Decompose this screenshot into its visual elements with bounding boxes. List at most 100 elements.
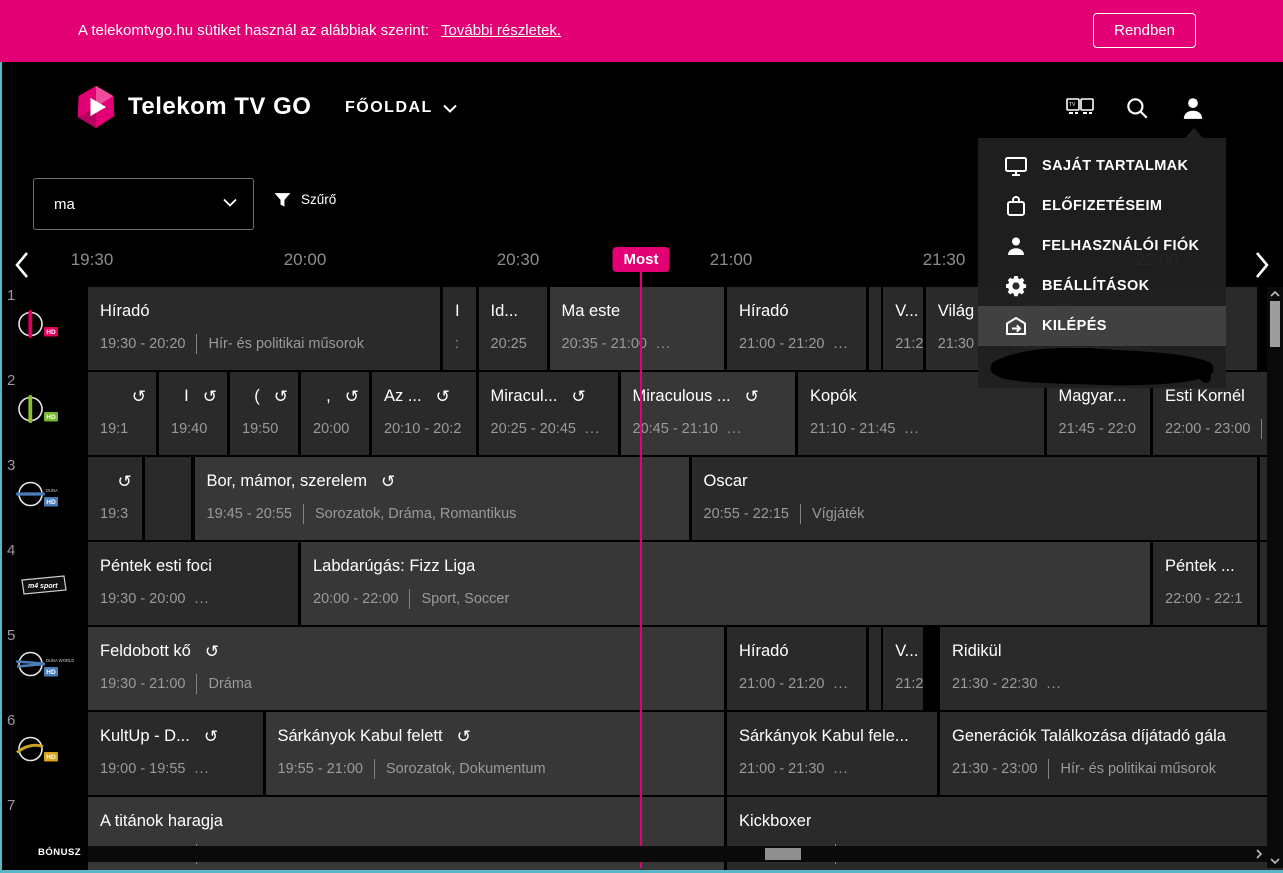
program-block[interactable]: I↺19:40 [159,372,227,455]
vertical-scrollbar[interactable] [1267,287,1283,868]
day-select[interactable]: ma [33,178,254,230]
filter-button[interactable]: Szűrő [273,190,336,209]
program-block[interactable]: KultUp - D...↺19:00 - 19:55... [88,712,263,795]
restart-icon: ↺ [203,388,217,405]
cookie-banner: A telekomtvgo.hu sütiket használ az aláb… [0,0,1283,62]
svg-text:DUNA WORLD: DUNA WORLD [46,658,74,663]
restart-icon: ↺ [457,728,471,745]
program-block[interactable]: ,↺20:00 [301,372,369,455]
program-genre: Hír- és politikai műsorok [196,334,364,354]
account-icon[interactable] [1180,95,1208,121]
program-block[interactable]: Péntek esti foci19:30 - 20:00... [88,542,298,625]
vertical-scroll-thumb[interactable] [1270,301,1280,347]
program-block[interactable]: Oscar20:55 - 22:15Vígjáték [692,457,1257,540]
channel-cell-6[interactable]: 6HD [0,712,88,795]
program-block[interactable]: Feldobott kő↺19:30 - 21:00Dráma [88,627,724,710]
program-genre: Dráma [196,674,252,694]
search-icon[interactable] [1124,95,1152,121]
horizontal-scroll-thumb[interactable] [765,848,801,860]
program-time: 20:55 - 22:15 [704,506,789,522]
program-genre: Sport, Soccer [409,589,509,609]
program-block[interactable]: Labdarúgás: Fizz Liga20:00 - 22:00Sport,… [301,542,1150,625]
program-block[interactable]: Miraculous ...↺20:45 - 21:10... [621,372,796,455]
program-block[interactable] [869,287,881,370]
program-title: Miraculous ... [633,387,731,406]
restart-icon: ↺ [571,388,585,405]
program-block[interactable] [869,627,881,710]
menu-item-label: SAJÁT TARTALMAK [1042,158,1188,174]
program-block[interactable]: Híradó19:30 - 20:20Hír- és politikai műs… [88,287,440,370]
scroll-right-icon[interactable] [1253,848,1265,860]
cookie-details-link[interactable]: További részletek. [441,22,561,39]
program-block[interactable]: Híradó21:00 - 21:20... [727,627,866,710]
restart-icon: ↺ [345,388,359,405]
program-title: Ridikül [952,642,1002,661]
program-block[interactable]: Ridikül21:30 - 22:30... [940,627,1283,710]
restart-icon: ↺ [132,388,146,405]
program-time: 19:1 [100,421,128,437]
program-more-indicator: ... [656,336,671,352]
program-block[interactable]: Ma este20:35 - 21:00... [550,287,725,370]
scroll-down-icon[interactable] [1269,855,1281,867]
program-block[interactable]: Bor, mámor, szerelem↺19:45 - 20:55Soroza… [195,457,689,540]
menu-item-felhaszn-l-i-fi-k[interactable]: FELHASZNÁLÓI FIÓK [978,226,1226,266]
channel-number: 2 [7,372,15,389]
program-time: 20:00 - 22:00 [313,591,398,607]
program-time: 22:00 - 23:00 [1165,421,1250,437]
program-block[interactable]: ↺19:3 [88,457,142,540]
account-dropdown-menu: SAJÁT TARTALMAK ELŐFIZETÉSEIMFELHASZNÁLÓI… [978,138,1226,388]
program-block[interactable]: V...21:2 [883,287,923,370]
program-block[interactable]: Sárkányok Kabul felett↺19:55 - 21:00Soro… [266,712,725,795]
program-block[interactable]: ↺19:1 [88,372,156,455]
svg-text:DUNA: DUNA [46,488,58,493]
channel-cell-2[interactable]: 2HD [0,372,88,455]
channel-cell-1[interactable]: 1HD [0,287,88,370]
channel-cell-7[interactable]: 7BÓNUSZ [0,797,88,871]
svg-text:HD: HD [46,329,56,336]
app-title: Telekom TV GO [128,93,311,121]
program-block[interactable]: (↺19:50 [230,372,298,455]
program-block[interactable]: Miracul...↺20:25 - 20:45... [479,372,618,455]
restart-icon: ↺ [118,473,132,490]
program-time: 20:25 - 20:45 [491,421,576,437]
menu-item-saj-t-tartalmak[interactable]: SAJÁT TARTALMAK [978,146,1226,186]
program-more-indicator: ... [194,591,209,607]
channel-mosaic-icon[interactable]: TV [1066,95,1094,121]
telekom-logo[interactable] [74,85,118,129]
program-block[interactable]: Id...20:25 [479,287,547,370]
cookie-accept-button[interactable]: Rendben [1093,13,1196,48]
scroll-up-icon[interactable] [1269,288,1281,300]
program-title: Híradó [739,302,789,321]
menu-item-be-ll-t-sok[interactable]: BEÁLLÍTÁSOK [978,266,1226,306]
program-time: 21:30 - 22:30 [952,676,1037,692]
program-title: Péntek ... [1165,557,1235,576]
program-block[interactable]: Az ...↺20:10 - 20:2 [372,372,476,455]
channel-number: 6 [7,712,15,729]
program-block[interactable]: Híradó21:00 - 21:20... [727,287,866,370]
channel-number: 5 [7,627,15,644]
channel-cell-4[interactable]: 4m4 sport [0,542,88,625]
channel-cell-3[interactable]: 3DUNAHD [0,457,88,540]
program-block[interactable]: V...21:2 [883,627,923,710]
program-block[interactable]: Péntek ... 22:00 - 22:1 [1153,542,1257,625]
channel-logo: BÓNUSZ [16,819,76,861]
telekom-tv-go-epg-page: A telekomtvgo.hu sütiket használ az aláb… [0,0,1283,873]
horizontal-scrollbar[interactable] [88,846,1267,862]
nav-fooldal[interactable]: FŐOLDAL [345,99,457,117]
program-title: Feldobott kő [100,642,191,661]
program-time: 22:00 - 22:1 [1165,591,1242,607]
program-block[interactable] [145,457,192,540]
program-block[interactable]: I: [443,287,476,370]
redacted-text-scribble [990,348,1214,386]
timeline-next-button[interactable] [1252,250,1272,280]
menu-items: SAJÁT TARTALMAK ELŐFIZETÉSEIMFELHASZNÁLÓI… [978,138,1226,346]
menu-item-el-fizet-seim[interactable]: ELŐFIZETÉSEIM [978,186,1226,226]
timeline-prev-button[interactable] [12,250,32,280]
program-block[interactable]: Sárkányok Kabul fele...21:00 - 21:30... [727,712,937,795]
channel-cell-5[interactable]: 5DUNA WORLDHD [0,627,88,710]
program-time: 20:10 - 20:2 [384,421,461,437]
menu-item-kil-p-s[interactable]: KILÉPÉS [978,306,1226,346]
chevron-down-icon [223,198,237,207]
program-block[interactable]: Generációk Találkozása díjátadó gála21:3… [940,712,1283,795]
telekom-hexagon-play-icon [74,85,118,129]
